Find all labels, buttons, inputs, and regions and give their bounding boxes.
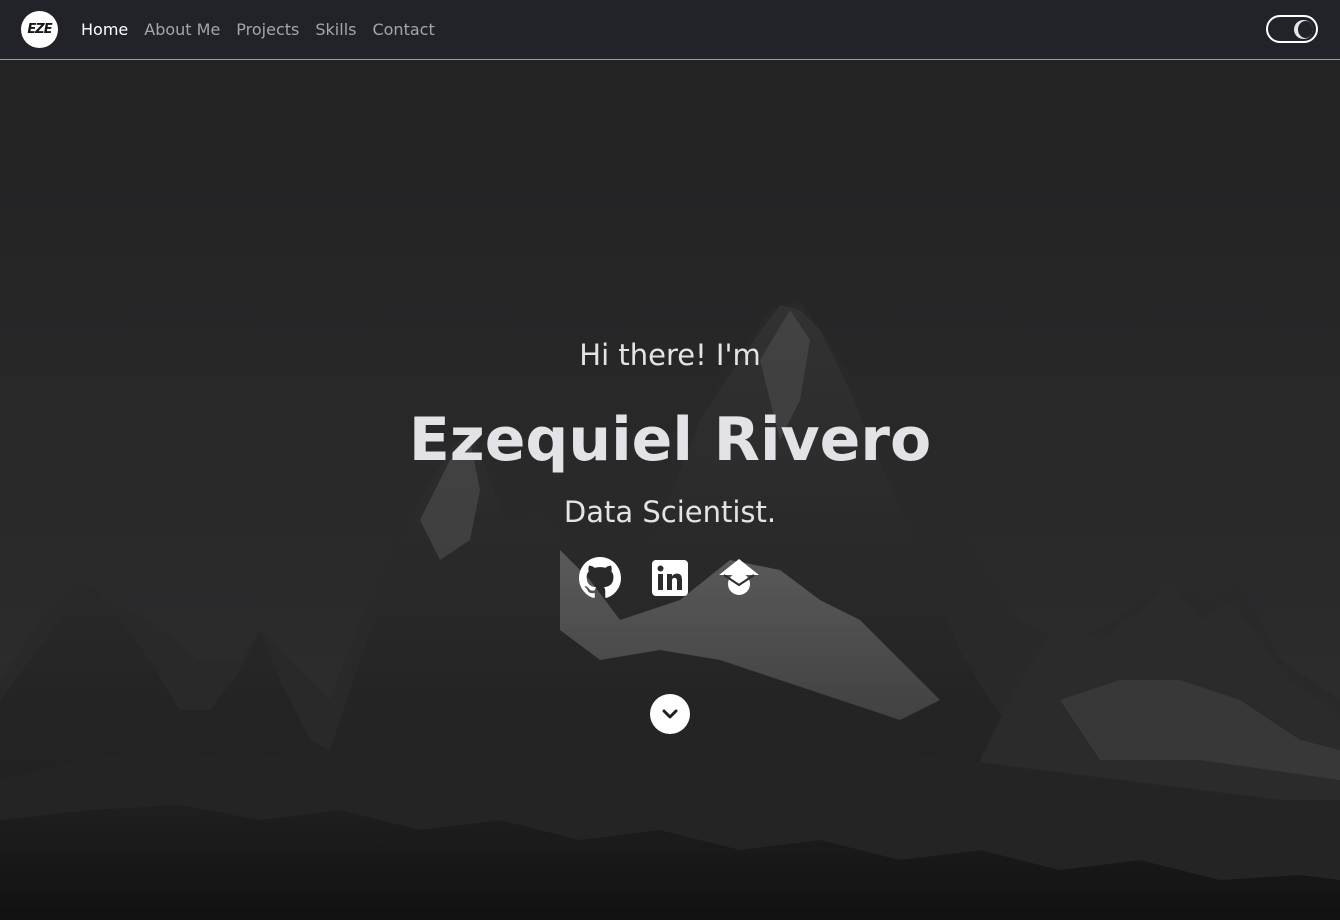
top-navbar: EZE Home About Me Projects Skills Contac… — [0, 0, 1340, 60]
nav-links: Home About Me Projects Skills Contact — [81, 0, 435, 58]
scroll-down-button[interactable] — [650, 694, 690, 734]
nav-link-contact[interactable]: Contact — [372, 20, 434, 39]
hero-name: Ezequiel Rivero — [408, 405, 932, 475]
chevron-down-icon — [662, 709, 678, 719]
github-icon[interactable] — [579, 557, 621, 599]
social-links — [579, 557, 761, 601]
site-logo[interactable]: EZE — [21, 11, 58, 48]
hero-greeting: Hi there! I'm — [579, 338, 761, 372]
graduation-cap-icon[interactable] — [718, 557, 760, 599]
mountain-background-image — [0, 60, 1340, 920]
nav-link-projects[interactable]: Projects — [236, 20, 299, 39]
theme-toggle[interactable] — [1266, 15, 1318, 43]
moon-icon — [1294, 19, 1313, 39]
nav-link-home[interactable]: Home — [81, 20, 128, 39]
nav-link-about-me[interactable]: About Me — [144, 20, 220, 39]
nav-link-skills[interactable]: Skills — [315, 20, 356, 39]
hero-role: Data Scientist. — [563, 495, 777, 529]
hero-section: Hi there! I'm Ezequiel Rivero Data Scien… — [0, 60, 1340, 920]
linkedin-icon[interactable] — [649, 557, 691, 599]
